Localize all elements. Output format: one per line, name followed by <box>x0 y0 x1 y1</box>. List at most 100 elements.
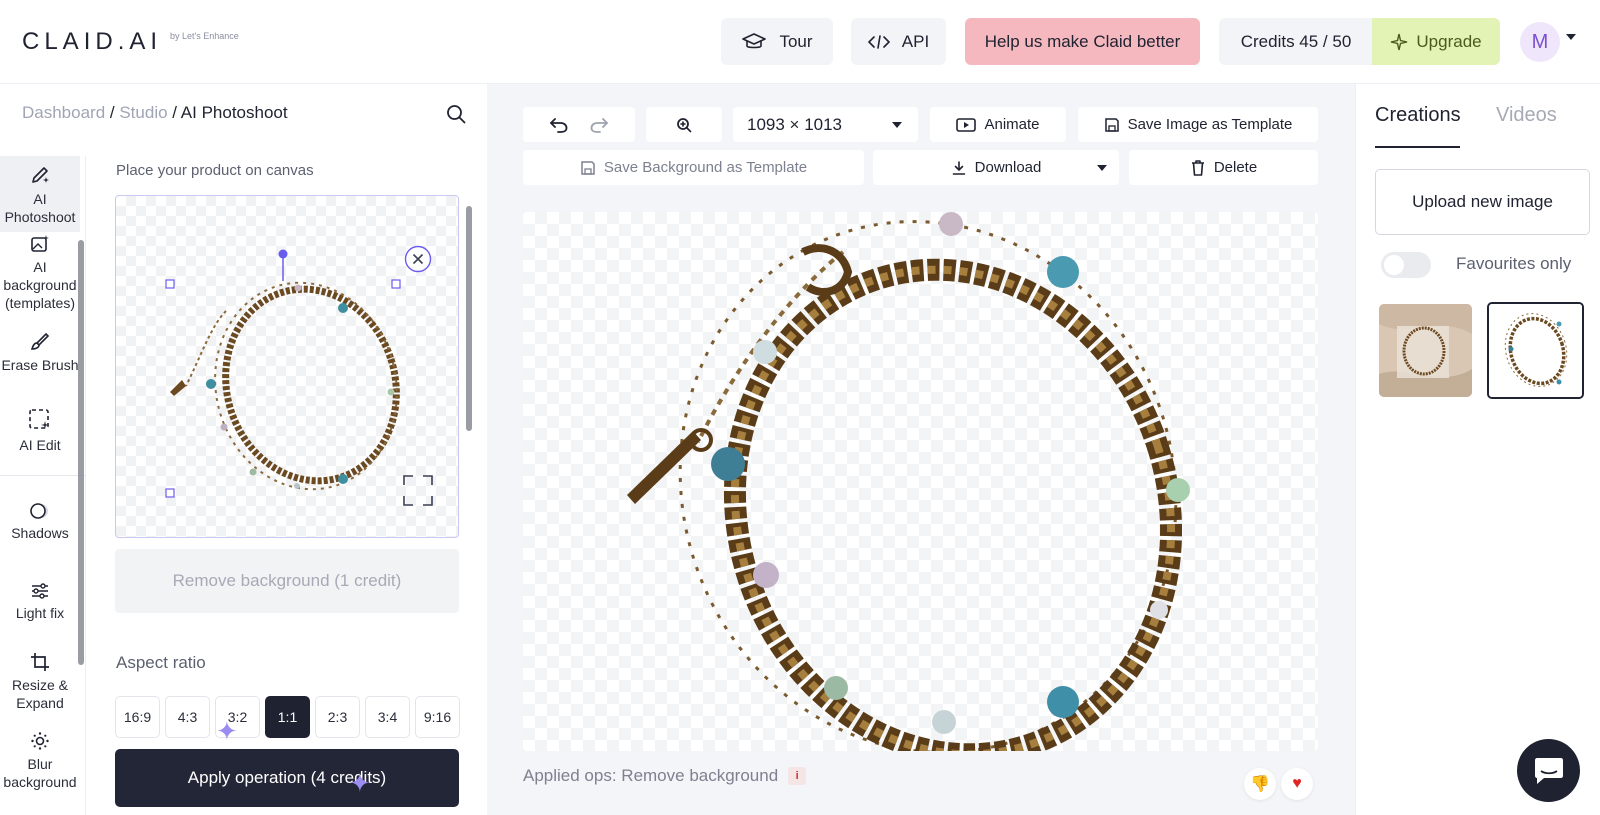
sparkle-icon: ✦ <box>349 768 371 798</box>
breadcrumb-separator: / <box>167 103 181 122</box>
tour-button[interactable]: Tour <box>721 18 833 65</box>
tool-label: Light fix <box>15 605 65 621</box>
heart-icon: ♥ <box>1292 775 1302 792</box>
creation-thumbnail[interactable] <box>1379 304 1472 397</box>
tool-label: Resize & Expand <box>11 677 69 711</box>
tour-label: Tour <box>779 31 813 51</box>
top-bar: CLAID.AI by Let's Enhance Tour API Help … <box>0 0 1600 84</box>
breadcrumb-studio[interactable]: Studio <box>119 103 167 122</box>
download-button[interactable]: Download <box>873 150 1119 185</box>
avatar[interactable]: M <box>1520 22 1560 62</box>
tool-label: AI Photoshoot <box>4 191 76 225</box>
chevron-down-icon[interactable] <box>1097 164 1107 171</box>
upload-new-image-button[interactable]: Upload new image <box>1375 169 1590 235</box>
delete-button[interactable]: Delete <box>1129 150 1318 185</box>
breadcrumb: Dashboard / Studio / AI Photoshoot <box>22 103 288 123</box>
tool-label: AI background (templates) <box>3 259 77 311</box>
ratio-2-3[interactable]: 2:3 <box>315 696 360 738</box>
remove-background-button[interactable]: Remove background (1 credit) <box>115 549 459 613</box>
resize-handle[interactable] <box>165 279 175 289</box>
thumbs-down-button[interactable]: 👎 <box>1244 768 1276 800</box>
brush-icon <box>30 332 50 350</box>
ratio-16-9[interactable]: 16:9 <box>115 696 160 738</box>
sparkle-icon <box>1391 33 1408 50</box>
animate-label: Animate <box>984 116 1040 133</box>
upgrade-button[interactable]: Upgrade <box>1372 18 1500 65</box>
product-preview[interactable] <box>116 196 460 539</box>
chevron-down-icon[interactable] <box>1566 34 1576 40</box>
rotate-handle[interactable] <box>278 249 288 259</box>
tool-light-fix[interactable]: Light fix <box>0 582 80 622</box>
zoom-button[interactable] <box>646 107 722 142</box>
creation-thumbnail-selected[interactable] <box>1487 302 1584 399</box>
toggle-knob <box>1384 255 1404 275</box>
tool-blur-background[interactable]: Blur background <box>0 731 80 791</box>
history-controls <box>523 107 635 142</box>
pen-sparkle-icon <box>32 167 49 183</box>
chevron-down-icon <box>892 121 902 128</box>
save-image-template-button[interactable]: Save Image as Template <box>1078 107 1318 142</box>
undo-icon[interactable] <box>549 116 569 134</box>
place-product-label: Place your product on canvas <box>116 162 314 179</box>
zoom-in-icon <box>677 117 692 132</box>
animate-button[interactable]: Animate <box>930 107 1066 142</box>
tab-creations[interactable]: Creations <box>1375 104 1461 127</box>
tab-videos[interactable]: Videos <box>1496 104 1557 127</box>
trash-icon <box>1191 159 1204 176</box>
creations-panel: Creations Videos Upload new image Favour… <box>1355 84 1600 815</box>
tool-ai-edit[interactable]: AI Edit <box>0 408 80 454</box>
settings-panel: Place your product on canvas Remove back… <box>86 156 476 815</box>
search-icon[interactable] <box>446 104 466 124</box>
feedback-label: Help us make Claid better <box>984 31 1181 51</box>
selection-sparkle-icon <box>29 409 49 429</box>
image-sparkle-icon <box>31 235 49 252</box>
fullscreen-icon[interactable] <box>403 475 433 506</box>
active-tab-indicator <box>1375 146 1460 148</box>
thumbs-down-icon: 👎 <box>1250 776 1270 793</box>
tool-resize-expand[interactable]: Resize & Expand <box>0 652 80 712</box>
image-size-select[interactable]: 1093 × 1013 <box>733 107 918 142</box>
tool-label: AI Edit <box>19 437 61 453</box>
placement-canvas[interactable] <box>115 195 459 538</box>
graduation-cap-icon <box>742 32 767 48</box>
tool-rail-scrollbar[interactable] <box>78 240 84 665</box>
tool-ai-photoshoot[interactable]: AI Photoshoot <box>0 156 80 232</box>
chat-support-button[interactable] <box>1517 739 1580 802</box>
video-play-icon <box>956 117 977 132</box>
api-button[interactable]: API <box>851 18 946 65</box>
download-icon <box>952 160 965 175</box>
download-label: Download <box>974 159 1042 176</box>
resize-handle[interactable] <box>165 488 175 498</box>
ratio-4-3[interactable]: 4:3 <box>165 696 210 738</box>
editor-area: 1093 × 1013 Animate Save Image as Templa… <box>487 84 1355 815</box>
save-background-template-button[interactable]: Save Background as Template <box>523 150 864 185</box>
resize-handle[interactable] <box>391 279 401 289</box>
save-image-template-label: Save Image as Template <box>1127 116 1293 133</box>
image-stage[interactable] <box>523 212 1318 751</box>
sparkle-icon: ✦ <box>216 716 238 746</box>
feedback-button[interactable]: Help us make Claid better <box>965 18 1200 65</box>
tool-ai-background[interactable]: AI background (templates) <box>0 234 80 312</box>
blur-icon <box>31 732 49 750</box>
tool-shadows[interactable]: Shadows <box>0 502 80 542</box>
upload-new-image-label: Upload new image <box>1412 192 1553 211</box>
redo-icon[interactable] <box>589 116 609 134</box>
aspect-ratio-label: Aspect ratio <box>116 653 206 672</box>
ratio-1-1[interactable]: 1:1 <box>265 696 310 738</box>
logo[interactable]: CLAID.AI <box>22 28 162 56</box>
favourites-toggle[interactable] <box>1381 252 1431 278</box>
ratio-9-16[interactable]: 9:16 <box>415 696 460 738</box>
shadow-icon <box>30 503 48 519</box>
apply-operation-button[interactable]: Apply operation (4 credits) <box>115 749 459 807</box>
image-size-value: 1093 × 1013 <box>747 114 843 134</box>
tool-erase-brush[interactable]: Erase Brush <box>0 332 80 374</box>
save-background-template-label: Save Background as Template <box>603 159 808 176</box>
api-label: API <box>901 31 930 51</box>
panel-scrollbar[interactable] <box>466 206 472 431</box>
ratio-3-4[interactable]: 3:4 <box>365 696 410 738</box>
favorite-button[interactable]: ♥ <box>1281 768 1313 800</box>
thumbnail-image <box>1489 304 1582 397</box>
breadcrumb-dashboard[interactable]: Dashboard <box>22 103 105 122</box>
bracelet-image <box>627 212 1190 751</box>
info-icon[interactable]: i <box>788 767 807 785</box>
